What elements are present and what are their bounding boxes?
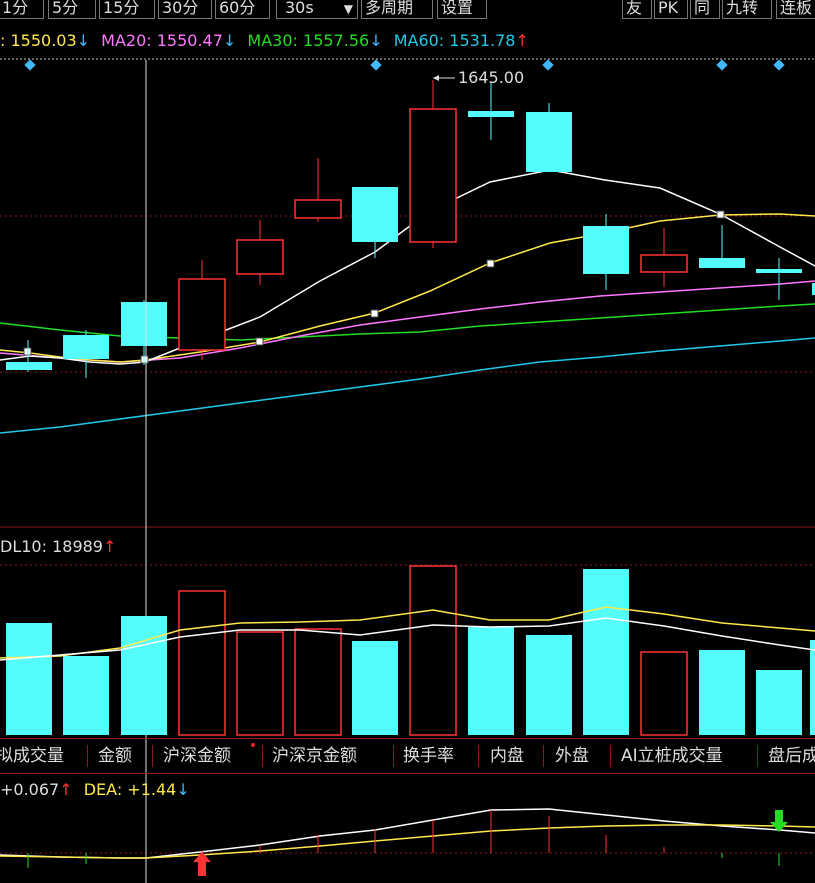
dea-value: +1.44	[127, 780, 177, 799]
ma-marker	[370, 309, 379, 318]
vol10-arrow: ↑	[102, 537, 117, 556]
volume-bar	[526, 635, 572, 735]
indicator-tabs: 拟成交量 金额 沪深金额 沪深京金额 换手率 内盘 外盘 AI立桩成交量 盘后成	[0, 738, 815, 774]
dif-arrow: ↑	[59, 780, 73, 799]
tab-divider	[393, 745, 394, 767]
tab-amount[interactable]: 金额	[98, 743, 132, 769]
candles	[6, 80, 815, 378]
candle-body	[236, 239, 284, 275]
volume-bar	[699, 650, 745, 735]
tab-ai-volume[interactable]: AI立桩成交量	[621, 743, 723, 769]
candle-body	[6, 362, 52, 370]
diamond-marker	[716, 59, 728, 71]
tab-divider	[262, 745, 263, 767]
volume-bar	[236, 631, 284, 736]
ma-marker	[716, 210, 725, 219]
tab-outer-volume[interactable]: 外盘	[555, 743, 589, 769]
tab-divider	[757, 745, 758, 767]
tab-divider	[87, 745, 88, 767]
dif-line	[0, 808, 815, 859]
volume-bars	[6, 565, 815, 736]
macd-legend: +0.067↑ DEA: +1.44↓	[0, 780, 190, 799]
dea-line	[0, 824, 815, 859]
volume-bar	[352, 641, 398, 735]
tab-divider	[152, 745, 153, 767]
candle-body	[352, 187, 398, 242]
ma60-line	[0, 337, 815, 434]
volume-bar	[756, 670, 802, 735]
candle-body	[526, 112, 572, 172]
candle-body	[583, 226, 629, 274]
tab-sh-sz-bj-amount[interactable]: 沪深京金额	[272, 743, 357, 769]
tab-divider	[610, 745, 611, 767]
high-marker-arrow	[433, 75, 439, 81]
dea-arrow: ↓	[176, 780, 190, 799]
tab-divider	[478, 745, 479, 767]
candle-body	[294, 199, 342, 219]
volume-bar	[178, 590, 226, 736]
volume-bar	[63, 656, 109, 735]
volume-bar	[6, 623, 52, 735]
high-price-label: 1645.00	[458, 68, 525, 87]
new-badge-dot	[251, 743, 255, 747]
diamond-marker	[542, 59, 554, 71]
tab-sh-sz-amount[interactable]: 沪深金额	[163, 743, 231, 769]
candle-body	[409, 108, 457, 243]
sell-arrow-icon	[770, 810, 788, 832]
candle-body	[699, 258, 745, 268]
vol10-value: 18989	[52, 537, 103, 556]
event-diamond-markers	[24, 59, 785, 71]
candle-body	[756, 269, 802, 273]
ma-marker	[255, 337, 264, 346]
candle-body	[468, 111, 514, 117]
candle-body	[640, 254, 688, 273]
candle-body	[178, 278, 226, 351]
tab-turnover-rate[interactable]: 换手率	[403, 743, 454, 769]
volume-bar	[583, 569, 629, 735]
diamond-marker	[773, 59, 785, 71]
ma-marker	[486, 259, 495, 268]
dif-value: +0.067	[0, 780, 60, 799]
tab-after-hours[interactable]: 盘后成	[768, 743, 815, 769]
vol10-label: DL10:	[0, 537, 53, 556]
candle-body	[63, 335, 109, 359]
candle-body	[121, 302, 167, 346]
volume-legend: DL10: 18989↑	[0, 537, 116, 556]
diamond-marker	[370, 59, 382, 71]
tab-simulated-volume[interactable]: 拟成交量	[0, 743, 64, 769]
volume-bar	[294, 628, 342, 736]
volume-bar	[121, 616, 167, 735]
tab-divider	[543, 745, 544, 767]
volume-bar	[810, 640, 815, 735]
dea-label: DEA:	[83, 780, 128, 799]
tab-inner-volume[interactable]: 内盘	[490, 743, 524, 769]
volume-bar	[468, 627, 514, 735]
volume-bar	[409, 565, 457, 736]
volume-bar	[640, 651, 688, 736]
diamond-marker	[24, 59, 36, 71]
